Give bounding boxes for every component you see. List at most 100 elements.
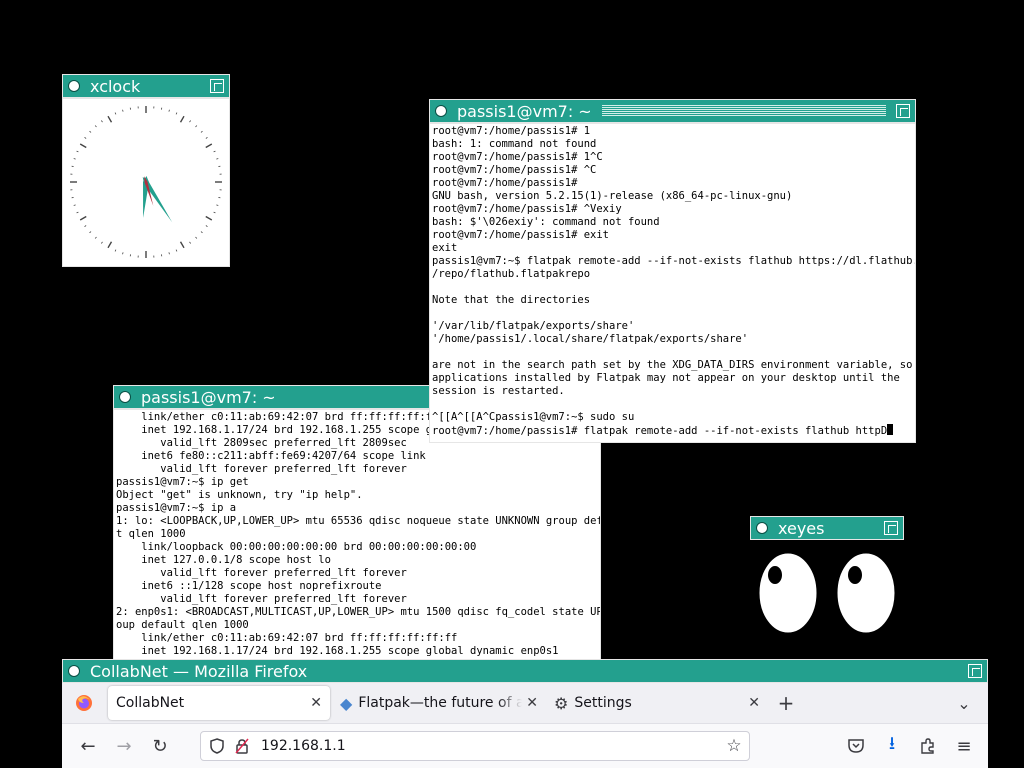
clock-minute-tick (195, 236, 198, 239)
clock-minute-tick (205, 137, 208, 139)
back-icon[interactable]: ← (70, 736, 106, 757)
tab-label: Settings (574, 695, 632, 711)
pocket-icon[interactable] (838, 739, 874, 753)
clock-minute-tick (73, 204, 76, 206)
terminal-line: passis1@vm7:~$ ip get (116, 476, 249, 488)
window-title: CollabNet — Mozilla Firefox (90, 661, 308, 681)
left-eye (758, 552, 818, 634)
terminal-line: root@vm7:/home/passis1# ^C (432, 164, 597, 176)
clock-minute-tick (84, 225, 87, 227)
clock-minute-tick (168, 109, 170, 112)
terminal-line: session is restarted. (432, 385, 565, 397)
flatpak-favicon-icon: ◆ (340, 693, 353, 713)
clock-hour-tick (107, 115, 113, 123)
close-tab-icon[interactable]: ✕ (310, 695, 322, 711)
tab-settings[interactable]: ⚙ Settings ✕ (546, 686, 768, 720)
firefox-window[interactable]: CollabNet — Mozilla Firefox CollabNet ✕ … (62, 659, 988, 768)
maximize-icon[interactable] (210, 79, 224, 93)
clock-minute-tick (101, 241, 103, 244)
clock-hour-tick (205, 143, 213, 149)
terminal-line: exit (432, 242, 458, 254)
list-all-tabs-icon[interactable]: ⌄ (946, 694, 982, 713)
bookmark-star-icon[interactable]: ☆ (719, 736, 749, 756)
firefox-titlebar[interactable]: CollabNet — Mozilla Firefox (62, 659, 988, 683)
terminal-line: root@vm7:/home/passis1# ^Vexiy (432, 203, 622, 215)
terminal-line: root@vm7:/home/passis1# 1^C (432, 151, 603, 163)
forward-icon[interactable]: → (106, 736, 142, 757)
window-title: xeyes (778, 518, 825, 538)
tab-collabnet[interactable]: CollabNet ✕ (108, 686, 330, 720)
terminal-line: '/home/passis1/.local/share/flatpak/expo… (432, 333, 749, 345)
tab-label: Flatpak—the future of ap (358, 695, 523, 711)
window-menu-icon[interactable] (68, 665, 80, 677)
terminal-line: 2: enp0s1: <BROADCAST,MULTICAST,UP,LOWER… (116, 606, 600, 618)
maximize-icon[interactable] (896, 104, 910, 118)
terminal-line: t qlen 1000 (116, 528, 186, 540)
terminal-line: /repo/flathub.flatpakrepo (432, 268, 591, 280)
terminal-line: Note that the directories (432, 294, 591, 306)
terminal-output: link/ether c0:11:ab:69:42:07 brd ff:ff:f… (114, 410, 600, 659)
terminal-line: root@vm7:/home/passis1# (432, 177, 578, 189)
xclock-window: xclock (62, 74, 230, 267)
clock-minute-tick (175, 249, 178, 252)
tab-flatpak[interactable]: ◆ Flatpak—the future of ap ✕ (332, 686, 546, 720)
xclock-titlebar[interactable]: xclock (62, 74, 230, 98)
clock-minute-tick (101, 120, 103, 123)
new-tab-icon[interactable]: + (768, 691, 804, 715)
terminal-line: 1: lo: <LOOPBACK,UP,LOWER_UP> mtu 65536 … (116, 515, 601, 527)
terminal-line: inet6 ::1/128 scope host noprefixroute (141, 580, 382, 592)
terminal-line: root@vm7:/home/passis1# 1 (432, 125, 591, 137)
terminal-back-content[interactable]: link/ether c0:11:ab:69:42:07 brd ff:ff:f… (113, 409, 601, 665)
terminal-line: are not in the search path set by the XD… (432, 359, 913, 371)
close-tab-icon[interactable]: ✕ (748, 695, 760, 711)
terminal-line: passis1@vm7:~$ ip a (116, 502, 237, 514)
left-pupil (768, 566, 782, 584)
clock-hour-tick (79, 143, 87, 149)
menu-icon[interactable]: ≡ (946, 736, 982, 757)
maximize-icon[interactable] (968, 664, 982, 678)
window-menu-icon[interactable] (119, 391, 131, 403)
shield-icon[interactable] (203, 738, 231, 754)
terminal-output: root@vm7:/home/passis1# 1 bash: 1: comma… (430, 124, 915, 439)
reload-icon[interactable]: ↻ (142, 736, 178, 757)
maximize-icon[interactable] (884, 521, 898, 535)
close-tab-icon[interactable]: ✕ (526, 695, 538, 711)
clock-minute-tick (168, 252, 170, 255)
tab-strip: CollabNet ✕ ◆ Flatpak—the future of ap ✕… (62, 683, 988, 723)
clock-minute-tick (213, 211, 216, 214)
terminal-front-window[interactable]: passis1@vm7: ~ root@vm7:/home/passis1# 1… (429, 99, 916, 443)
terminal-line: valid_lft forever preferred_lft forever (160, 463, 407, 475)
clock-hour-tick (179, 241, 185, 249)
xeyes-titlebar[interactable]: xeyes (750, 516, 904, 540)
terminal-line: valid_lft 2809sec preferred_lft 2809sec (160, 437, 407, 449)
terminal-line: passis1@vm7:~$ flatpak remote-add --if-n… (432, 255, 915, 267)
terminal-line: oup default qlen 1000 (116, 619, 249, 631)
terminal-line: bash: $'\026exiy': command not found (432, 216, 660, 228)
firefox-logo-icon[interactable] (68, 694, 100, 712)
terminal-line: ^[[A^[[A^Cpassis1@vm7:~$ sudo su (432, 411, 635, 423)
url-bar[interactable]: 192.168.1.1 ☆ (200, 731, 750, 761)
insecure-lock-icon[interactable] (231, 738, 253, 754)
window-title: passis1@vm7: ~ (457, 101, 592, 121)
clock-face (62, 98, 230, 267)
clock-minute-tick (122, 252, 124, 255)
clock-minute-tick (213, 150, 216, 153)
xeyes-eyes (758, 552, 896, 634)
window-menu-icon[interactable] (756, 522, 768, 534)
terminal-cursor (887, 424, 894, 435)
clock-minute-tick (200, 231, 203, 234)
extensions-icon[interactable] (910, 738, 946, 754)
terminal-line: valid_lft forever preferred_lft forever (160, 593, 407, 605)
terminal-front-content[interactable]: root@vm7:/home/passis1# 1 bash: 1: comma… (429, 123, 916, 443)
window-menu-icon[interactable] (435, 105, 447, 117)
clock-minute-tick (216, 204, 219, 206)
url-text[interactable]: 192.168.1.1 (261, 738, 719, 754)
downloads-icon[interactable]: ⭳ (874, 731, 910, 761)
clock-minute-tick (216, 158, 219, 160)
clock-hour-tick (179, 115, 185, 123)
terminal-line: Object "get" is unknown, try "ip help". (116, 489, 363, 501)
clock-minute-tick (114, 249, 117, 252)
terminal-front-titlebar[interactable]: passis1@vm7: ~ (429, 99, 916, 123)
window-menu-icon[interactable] (68, 80, 80, 92)
tab-label: CollabNet (116, 695, 185, 711)
